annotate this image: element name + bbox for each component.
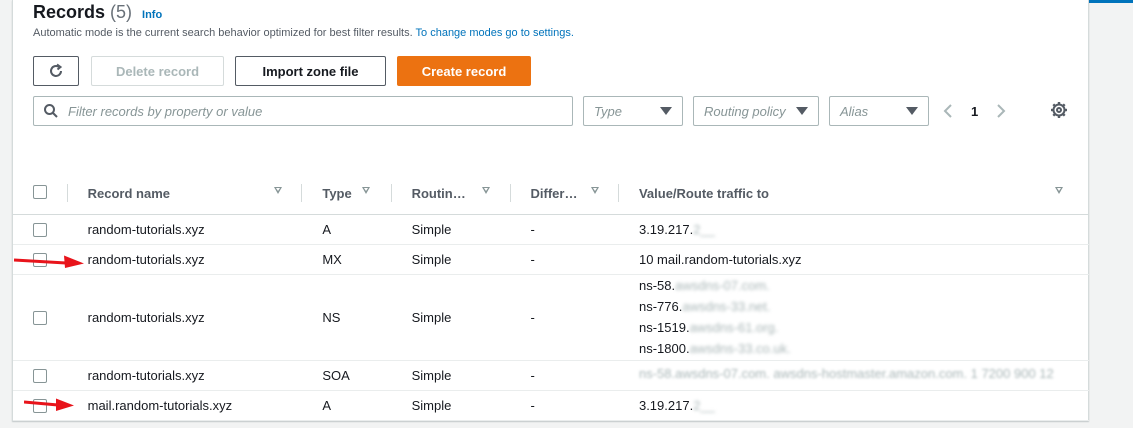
type-filter-placeholder: Type	[594, 103, 622, 119]
sort-icon	[273, 187, 282, 194]
row-checkbox[interactable]	[33, 222, 47, 237]
record-differ: -	[530, 221, 535, 237]
annotation-arrow-icon	[24, 398, 74, 411]
refresh-icon	[50, 63, 63, 77]
record-name: random-tutorials.xyz	[87, 309, 205, 325]
settings-link[interactable]: To change modes go to settings.	[416, 27, 574, 39]
search-mode-description: Automatic mode is the current search beh…	[33, 27, 574, 39]
caret-down-icon	[660, 107, 672, 115]
table-row[interactable]: random-tutorials.xyz SOA Simple - ns-58.…	[13, 360, 1089, 391]
records-count: (5)	[110, 2, 133, 22]
column-header-value[interactable]: Value/Route traffic to	[618, 172, 1089, 215]
record-routing: Simple	[411, 221, 452, 237]
type-filter-select[interactable]: Type	[583, 96, 683, 126]
record-differ: -	[530, 251, 535, 267]
sort-icon	[1054, 187, 1063, 194]
row-checkbox[interactable]	[33, 368, 47, 383]
table-row[interactable]: random-tutorials.xyz MX Simple - 10 mail…	[13, 244, 1089, 275]
search-icon	[44, 104, 58, 118]
select-all-checkbox[interactable]	[33, 185, 47, 199]
search-placeholder: Filter records by property or value	[68, 103, 263, 119]
search-input[interactable]: Filter records by property or value	[33, 96, 573, 126]
record-type: A	[322, 221, 332, 237]
annotation-arrow-icon	[14, 255, 84, 268]
current-page-number[interactable]: 1	[971, 104, 978, 119]
info-link[interactable]: Info	[142, 9, 162, 21]
record-value: 3.19.217.2__	[638, 221, 715, 237]
record-name: random-tutorials.xyz	[87, 221, 205, 237]
delete-record-button[interactable]: Delete record	[91, 56, 224, 86]
sort-icon	[481, 187, 490, 194]
row-checkbox[interactable]	[33, 310, 47, 325]
record-differ: -	[530, 397, 535, 413]
refresh-button[interactable]	[33, 56, 79, 86]
record-type: SOA	[322, 367, 350, 383]
record-name: random-tutorials.xyz	[87, 367, 205, 383]
caret-down-icon	[906, 107, 918, 115]
record-differ: -	[530, 367, 535, 383]
record-routing: Simple	[411, 397, 452, 413]
table-row[interactable]: mail.random-tutorials.xyz A Simple - 3.1…	[13, 390, 1089, 421]
record-type: A	[322, 397, 332, 413]
gear-icon[interactable]	[1050, 101, 1068, 119]
alias-filter-placeholder: Alias	[840, 103, 869, 119]
record-value: ns-58.awsdns-07.com. awsdns-hostmaster.a…	[638, 366, 1054, 381]
record-routing: Simple	[411, 367, 452, 383]
sort-icon	[590, 187, 599, 194]
routing-filter-placeholder: Routing policy	[704, 103, 786, 119]
column-header-differ[interactable]: Differ…	[510, 172, 619, 215]
record-value: 3.19.217.2__	[638, 397, 715, 413]
records-header: Records (5) Info	[33, 2, 162, 26]
record-value: ns-58.awsdns-07.com. ns-776.awsdns-33.ne…	[638, 278, 791, 356]
pagination: 1	[943, 100, 1006, 122]
column-header-type[interactable]: Type	[302, 172, 392, 215]
column-header-record-name[interactable]: Record name	[67, 172, 303, 215]
record-routing: Simple	[411, 309, 452, 325]
column-header-routing[interactable]: Routin…	[391, 172, 511, 215]
routing-policy-filter-select[interactable]: Routing policy	[693, 96, 819, 126]
record-type: NS	[322, 309, 341, 325]
description-text: Automatic mode is the current search beh…	[33, 27, 413, 39]
chevron-left-icon[interactable]	[943, 103, 953, 119]
records-panel: Records (5) Info Automatic mode is the c…	[12, 0, 1089, 421]
record-differ: -	[530, 309, 535, 325]
page-title: Records	[33, 2, 106, 22]
record-value: 10 mail.random-tutorials.xyz	[638, 251, 802, 267]
record-name: random-tutorials.xyz	[87, 251, 205, 267]
import-zone-file-button[interactable]: Import zone file	[235, 56, 386, 86]
create-record-button[interactable]: Create record	[397, 56, 531, 86]
chevron-right-icon[interactable]	[996, 103, 1006, 119]
record-routing: Simple	[411, 251, 452, 267]
select-all-header	[13, 172, 68, 215]
sort-icon	[362, 187, 371, 194]
record-type: MX	[322, 251, 342, 267]
record-name: mail.random-tutorials.xyz	[87, 397, 233, 413]
caret-down-icon	[796, 107, 808, 115]
table-row[interactable]: random-tutorials.xyz NS Simple - ns-58.a…	[13, 274, 1089, 361]
alias-filter-select[interactable]: Alias	[829, 96, 929, 126]
records-table: Record name Type Routin… Differ… Value/R…	[13, 172, 1089, 421]
table-row[interactable]: random-tutorials.xyz A Simple - 3.19.217…	[13, 214, 1089, 245]
